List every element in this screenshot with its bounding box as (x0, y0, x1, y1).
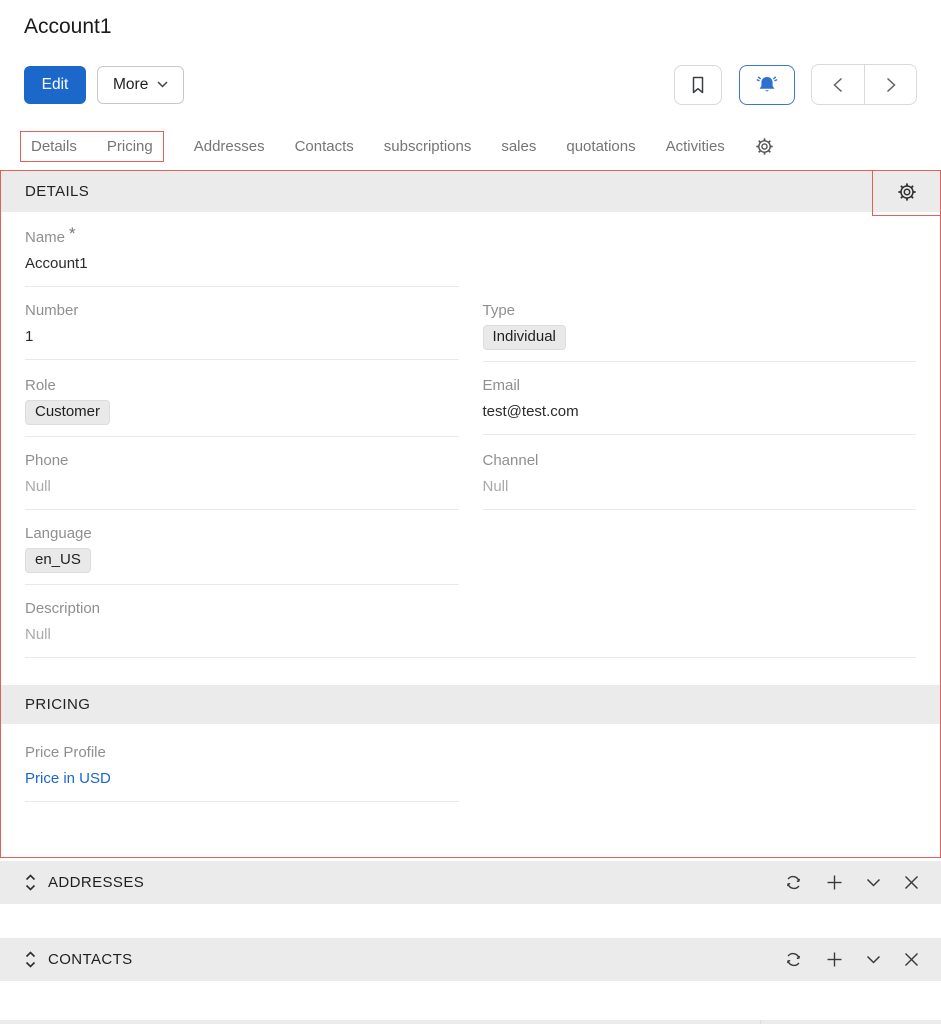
tab-details[interactable]: Details (31, 138, 77, 155)
account-detail-screen: Account1 Edit More (0, 0, 941, 1024)
chevron-down-icon (866, 955, 881, 965)
chevron-down-icon (157, 81, 168, 88)
details-field-grid: Name* Account1 Number 1 Type Individual (1, 212, 940, 673)
next-record-button[interactable] (864, 65, 916, 104)
addresses-collapse-handle[interactable] (24, 873, 37, 892)
refresh-icon (784, 950, 803, 969)
close-icon (904, 875, 919, 890)
field-role-label: Role (25, 377, 459, 395)
pricing-field-grid: Price Profile Price in USD (1, 724, 940, 817)
addresses-add-button[interactable] (826, 874, 843, 891)
field-name-value: Account1 (25, 252, 459, 275)
details-section-title: DETAILS (25, 183, 89, 200)
chevron-right-icon (886, 77, 896, 93)
field-email-value: test@test.com (483, 400, 917, 423)
field-channel-label: Channel (483, 452, 917, 470)
contacts-refresh-button[interactable] (784, 950, 803, 969)
panel-contacts: CONTACTS (0, 938, 941, 981)
panel-subscriptions: SUBSCRIPTIONS 1 / 1 (0, 1020, 941, 1024)
refresh-icon (784, 873, 803, 892)
record-nav-group (811, 64, 917, 105)
field-type: Type Individual (483, 302, 917, 362)
gear-icon (897, 182, 917, 202)
addresses-refresh-button[interactable] (784, 873, 803, 892)
field-price-profile-label: Price Profile (25, 744, 459, 762)
field-number-label: Number (25, 302, 459, 320)
language-badge: en_US (25, 548, 91, 573)
chevron-left-icon (833, 77, 843, 93)
price-profile-link[interactable]: Price in USD (25, 770, 111, 787)
contacts-collapse-button[interactable] (866, 955, 881, 965)
notifications-button[interactable] (739, 65, 795, 105)
tab-sales[interactable]: sales (501, 138, 536, 155)
field-phone: Phone Null (25, 452, 459, 510)
pricing-section-title: PRICING (25, 696, 90, 713)
plus-icon (826, 951, 843, 968)
role-badge: Customer (25, 400, 110, 425)
field-number: Number 1 (25, 302, 459, 362)
field-type-label: Type (483, 302, 917, 320)
details-section-header: DETAILS (1, 171, 940, 212)
tab-activities[interactable]: Activities (666, 138, 725, 155)
field-role: Role Customer (25, 377, 459, 437)
edit-button[interactable]: Edit (24, 66, 86, 104)
more-button-label: More (113, 76, 148, 94)
contacts-panel-title: CONTACTS (48, 951, 133, 968)
field-language-label: Language (25, 525, 459, 543)
bell-icon (754, 75, 780, 95)
record-detail-panel: DETAILS (0, 170, 941, 858)
tab-subscriptions[interactable]: subscriptions (384, 138, 472, 155)
field-name: Name* Account1 (25, 228, 459, 287)
field-email-label: Email (483, 377, 917, 395)
left-actions: Edit More (24, 66, 184, 104)
contacts-collapse-handle[interactable] (24, 950, 37, 969)
up-down-chevrons-icon (24, 873, 37, 892)
tabs-settings-button[interactable] (755, 137, 774, 156)
tabs-annotation-box: Details Pricing (20, 131, 164, 162)
plus-icon (826, 874, 843, 891)
field-number-value: 1 (25, 325, 459, 348)
up-down-chevrons-icon (24, 950, 37, 969)
pricing-section-header: PRICING (1, 685, 940, 724)
field-language: Language en_US (25, 525, 459, 585)
divider (760, 1020, 761, 1024)
page-header: Account1 Edit More (0, 0, 941, 161)
field-description: Description Null (25, 600, 916, 658)
field-phone-label: Phone (25, 452, 459, 470)
action-bar: Edit More (24, 64, 917, 105)
page-title: Account1 (24, 13, 917, 40)
right-actions (674, 64, 917, 105)
contacts-close-button[interactable] (904, 952, 919, 967)
gear-icon (755, 137, 774, 156)
field-name-label: Name (25, 229, 65, 246)
tab-contacts[interactable]: Contacts (295, 138, 354, 155)
field-description-label: Description (25, 600, 916, 618)
addresses-close-button[interactable] (904, 875, 919, 890)
field-price-profile: Price Profile Price in USD (25, 744, 459, 802)
previous-record-button[interactable] (812, 65, 864, 104)
addresses-collapse-button[interactable] (866, 878, 881, 888)
contacts-add-button[interactable] (826, 951, 843, 968)
field-channel: Channel Null (483, 452, 917, 510)
type-badge: Individual (483, 325, 566, 350)
tab-pricing[interactable]: Pricing (107, 138, 153, 155)
more-button[interactable]: More (97, 66, 184, 104)
field-email: Email test@test.com (483, 377, 917, 437)
details-gear-annotation-box (872, 170, 941, 216)
required-asterisk: * (69, 224, 76, 243)
details-settings-button[interactable] (897, 182, 917, 202)
detail-tabs: Details Pricing Addresses Contacts subsc… (24, 131, 917, 161)
field-channel-value: Null (483, 475, 917, 498)
addresses-panel-title: ADDRESSES (48, 874, 144, 891)
tab-addresses[interactable]: Addresses (194, 138, 265, 155)
tab-quotations[interactable]: quotations (566, 138, 635, 155)
field-description-value: Null (25, 623, 916, 646)
panel-addresses: ADDRESSES (0, 861, 941, 904)
bookmark-icon (690, 76, 706, 94)
field-phone-value: Null (25, 475, 459, 498)
chevron-down-icon (866, 878, 881, 888)
close-icon (904, 952, 919, 967)
bookmark-button[interactable] (674, 65, 722, 105)
